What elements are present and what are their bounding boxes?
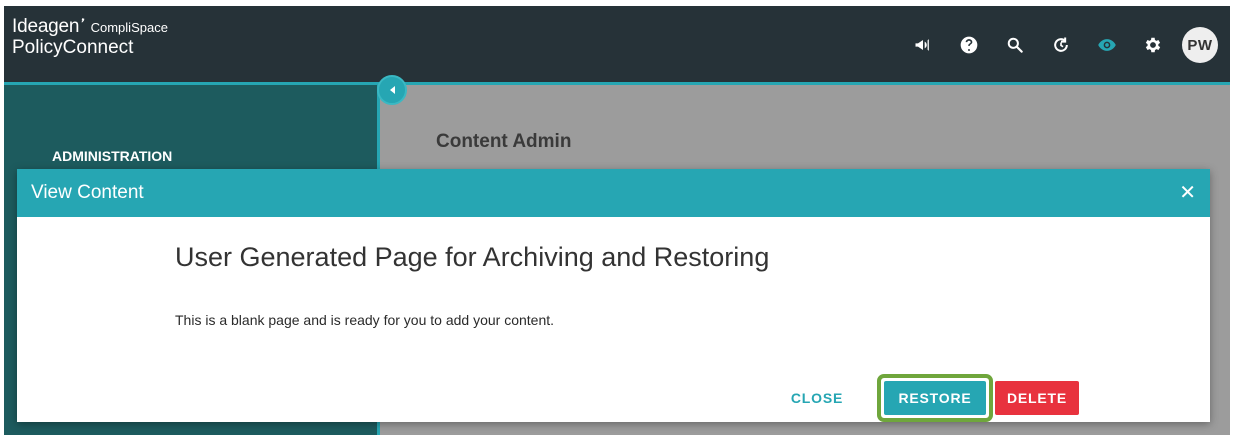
modal-title: View Content xyxy=(31,182,144,203)
view-content-modal: View Content ✕ User Generated Page for A… xyxy=(17,169,1210,422)
header-actions: PW xyxy=(894,27,1218,63)
modal-header: View Content ✕ xyxy=(17,169,1210,217)
history-icon[interactable] xyxy=(1044,28,1078,62)
logo-brand-sub: CompliSpace xyxy=(90,20,168,35)
logo-product: PolicyConnect xyxy=(12,37,134,58)
close-icon[interactable]: ✕ xyxy=(1179,183,1196,203)
content-heading: User Generated Page for Archiving and Re… xyxy=(175,242,770,272)
content-body: This is a blank page and is ready for yo… xyxy=(175,312,555,328)
page-title: Content Admin xyxy=(436,131,572,152)
gear-icon[interactable] xyxy=(1136,28,1170,62)
top-bar: Ideagen❜ CompliSpace PolicyConnect PW xyxy=(4,6,1230,82)
sidebar-title: ADMINISTRATION xyxy=(52,148,173,164)
restore-highlight: RESTORE xyxy=(877,374,993,422)
restore-button[interactable]: RESTORE xyxy=(884,381,986,415)
avatar[interactable]: PW xyxy=(1182,27,1218,63)
sidebar-collapse-button[interactable] xyxy=(377,75,407,105)
app-logo[interactable]: Ideagen❜ CompliSpace PolicyConnect xyxy=(12,16,168,58)
delete-button[interactable]: DELETE xyxy=(995,381,1079,415)
logo-brand: Ideagen xyxy=(12,16,80,37)
help-icon[interactable] xyxy=(952,28,986,62)
close-button[interactable]: CLOSE xyxy=(777,381,857,415)
eye-icon[interactable] xyxy=(1090,28,1124,62)
search-icon[interactable] xyxy=(998,28,1032,62)
modal-actions: CLOSE RESTORE DELETE xyxy=(777,374,1079,422)
chevron-left-icon xyxy=(389,86,395,94)
megaphone-icon[interactable] xyxy=(906,28,940,62)
